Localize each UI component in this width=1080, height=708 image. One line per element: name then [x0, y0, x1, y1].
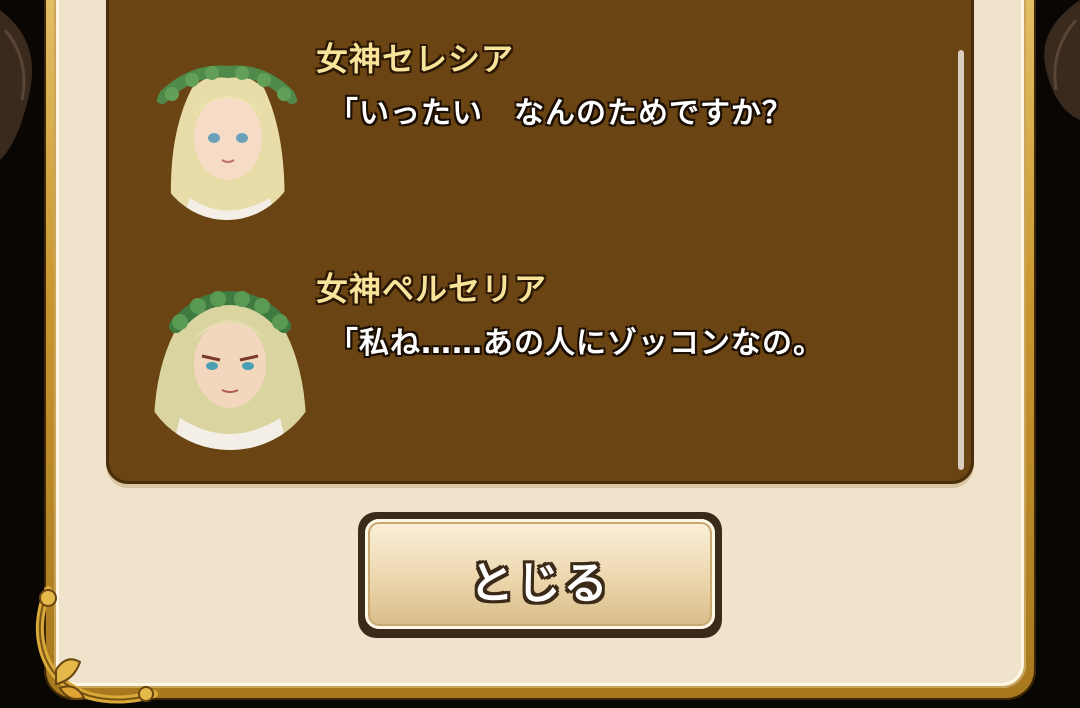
log-scrollbar[interactable] [958, 50, 964, 470]
speaker-name: 女神ペルセリア [316, 270, 548, 308]
close-button[interactable]: とじる [358, 512, 722, 638]
background-ornament-left [0, 10, 32, 160]
dialogue-line: 「私ね……あの人にゾッコンなの。 [328, 326, 824, 361]
goddess-perselia-portrait [153, 290, 307, 450]
close-button-face[interactable]: とじる [365, 519, 715, 629]
background-ornament-right [1044, 0, 1080, 120]
dialogue-line: 「いったい なんのためですか？ [328, 96, 793, 131]
goddess-celesia-portrait [156, 65, 298, 220]
speaker-name: 女神セレシア [316, 40, 515, 78]
gold-corner-ornament-icon [35, 586, 158, 704]
close-button-label: とじる [469, 558, 611, 609]
